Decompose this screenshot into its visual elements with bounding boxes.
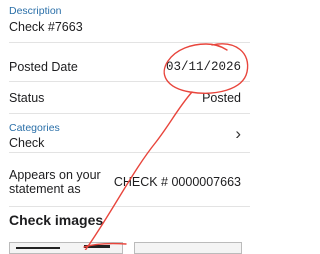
statement-value: CHECK # 0000007663 [113, 175, 241, 189]
divider [9, 42, 250, 43]
statement-label-line1: Appears on your [9, 168, 101, 182]
categories-label: Categories [9, 122, 60, 134]
description-value: Check #7663 [9, 20, 83, 34]
statement-label: Appears on your statement as [9, 168, 101, 196]
divider [9, 81, 250, 82]
categories-row[interactable]: Categories Check › [0, 114, 250, 151]
check-image-front[interactable] [9, 242, 123, 254]
check-images-heading: Check images [9, 212, 104, 228]
statement-label-line2: statement as [9, 182, 81, 196]
check-image-back[interactable] [134, 242, 242, 254]
posted-date-value: 03/11/2026 [165, 60, 241, 74]
divider [9, 152, 250, 153]
description-label: Description [9, 5, 62, 17]
status-label: Status [9, 91, 45, 105]
posted-date-label: Posted Date [9, 60, 78, 74]
divider [9, 206, 250, 207]
status-value: Posted [202, 91, 241, 105]
categories-value: Check [9, 136, 45, 150]
chevron-right-icon: › [235, 124, 241, 143]
